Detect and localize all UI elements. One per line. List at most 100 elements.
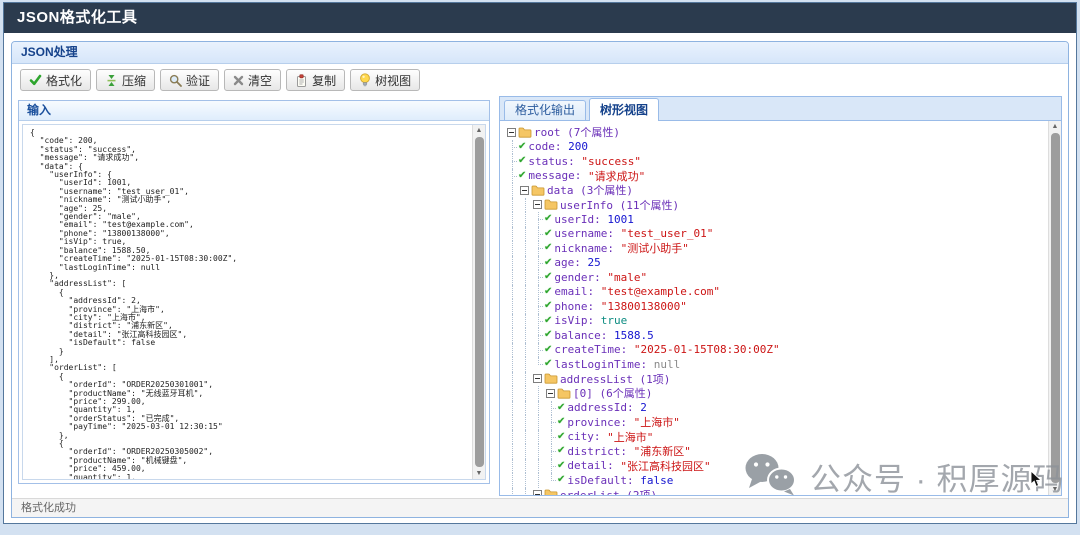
tree-node[interactable]: orderList (2项): [507, 488, 1048, 496]
tree-elbow-connector: [533, 343, 544, 358]
compress-button-label: 压缩: [122, 72, 146, 89]
check-icon: ✔: [544, 330, 552, 340]
tree-node[interactable]: ✔lastLoginTime: null: [507, 357, 1048, 372]
input-panel-header: 输入: [19, 101, 489, 121]
tree-node[interactable]: ✔age: 25: [507, 256, 1048, 271]
tree-node-value: true: [601, 314, 628, 327]
tree-node-key: code:: [528, 140, 568, 153]
tree-expander-icon[interactable]: [533, 490, 542, 495]
tree-node[interactable]: ✔balance: 1588.5: [507, 328, 1048, 343]
tree-node-key: gender:: [554, 271, 607, 284]
tree-folder-label: userInfo (11个属性): [560, 197, 679, 213]
tree-node[interactable]: ✔addressId: 2: [507, 401, 1048, 416]
validate-button-label: 验证: [186, 72, 210, 89]
json-input-textarea[interactable]: { "code": 200, "status": "success", "mes…: [23, 125, 472, 479]
tree-expander-icon[interactable]: [507, 128, 516, 137]
format-button[interactable]: 格式化: [20, 69, 91, 91]
input-scrollbar[interactable]: ▲ ▼: [472, 125, 485, 479]
tree-indent-guide: [533, 401, 546, 416]
tree-indent-guide: [533, 459, 546, 474]
tree-node[interactable]: ✔province: "上海市": [507, 415, 1048, 430]
tree-indent-guide: [507, 328, 520, 343]
tree-indent-guide: [507, 357, 520, 372]
tree-node-value: 1001: [607, 213, 634, 226]
tree-elbow-connector: [533, 256, 544, 271]
tree-elbow-connector: [546, 401, 557, 416]
tree-node[interactable]: ✔email: "test@example.com": [507, 285, 1048, 300]
tree-elbow-connector: [533, 241, 544, 256]
tree-node[interactable]: data (3个属性): [507, 183, 1048, 198]
tree-node-value: "test@example.com": [601, 285, 720, 298]
tree-expander-icon[interactable]: [533, 200, 542, 209]
check-icon: [29, 74, 42, 86]
check-icon: ✔: [544, 359, 552, 369]
tree-node[interactable]: ✔code: 200: [507, 140, 1048, 155]
tree-node[interactable]: ✔isVip: true: [507, 314, 1048, 329]
tree-indent-guide: [507, 198, 520, 213]
tree-node[interactable]: ✔city: "上海市": [507, 430, 1048, 445]
tree-node[interactable]: ✔phone: "13800138000": [507, 299, 1048, 314]
tree-node-key: nickname:: [554, 242, 620, 255]
tree-node[interactable]: ✔district: "浦东新区": [507, 444, 1048, 459]
lightbulb-icon: [359, 73, 371, 87]
tree-node[interactable]: ✔message: "请求成功": [507, 169, 1048, 184]
tree-node[interactable]: addressList (1项): [507, 372, 1048, 387]
status-text: 格式化成功: [21, 502, 76, 514]
check-icon: ✔: [557, 403, 565, 413]
tree-indent-guide: [507, 488, 520, 496]
tree-expander-icon[interactable]: [520, 186, 529, 195]
tree-node-value: 25: [588, 256, 601, 269]
tree-node-key: age:: [554, 256, 587, 269]
tree-node[interactable]: ✔status: "success": [507, 154, 1048, 169]
folder-icon: [544, 199, 560, 210]
tree-node-value: 1588.5: [614, 329, 654, 342]
tree-elbow-connector: [533, 328, 544, 343]
tree-elbow-connector: [533, 314, 544, 329]
format-button-label: 格式化: [46, 72, 82, 89]
check-icon: ✔: [557, 475, 565, 485]
tree-node[interactable]: ✔detail: "张江高科技园区": [507, 459, 1048, 474]
tree-node[interactable]: ✔nickname: "测试小助手": [507, 241, 1048, 256]
compress-button[interactable]: 压缩: [96, 69, 155, 91]
tree-node[interactable]: ✔username: "test_user_01": [507, 227, 1048, 242]
mouse-cursor-icon: [1030, 471, 1043, 493]
tree-folder-label: root (7个属性): [534, 124, 620, 140]
scroll-thumb[interactable]: [475, 137, 484, 467]
tree-node-value: "test_user_01": [621, 227, 714, 240]
tree-expander-icon[interactable]: [546, 389, 555, 398]
tree-indent-guide: [533, 444, 546, 459]
tree-elbow-connector: [533, 299, 544, 314]
scroll-up-arrow[interactable]: ▲: [476, 125, 483, 136]
treeview-button[interactable]: 树视图: [350, 69, 420, 91]
tree-node[interactable]: [0] (6个属性): [507, 386, 1048, 401]
json-process-panel: JSON处理 格式化 压缩: [11, 41, 1069, 518]
tree-node[interactable]: ✔userId: 1001: [507, 212, 1048, 227]
tree-scroll-down-arrow[interactable]: ▼: [1052, 484, 1059, 495]
clear-button[interactable]: 清空: [224, 69, 281, 91]
check-icon: ✔: [544, 229, 552, 239]
tree-node[interactable]: userInfo (11个属性): [507, 198, 1048, 213]
status-bar: 格式化成功: [12, 498, 1068, 517]
scroll-down-arrow[interactable]: ▼: [476, 468, 483, 479]
tree-node[interactable]: root (7个属性): [507, 125, 1048, 140]
tree-node[interactable]: ✔gender: "male": [507, 270, 1048, 285]
tree-scrollbar[interactable]: ▲ ▼: [1048, 121, 1061, 495]
folder-icon: [518, 127, 534, 138]
tree-indent-guide: [520, 386, 533, 401]
tree-node[interactable]: ✔createTime: "2025-01-15T08:30:00Z": [507, 343, 1048, 358]
tree-scroll-up-arrow[interactable]: ▲: [1052, 121, 1059, 132]
tree-scroll-thumb[interactable]: [1051, 133, 1060, 483]
tree-expander-icon[interactable]: [533, 374, 542, 383]
tree-indent-guide: [520, 256, 533, 271]
panels-row: 输入 { "code": 200, "status": "success", "…: [12, 96, 1068, 498]
tree-node-key: isDefault:: [567, 474, 640, 487]
tree-node-key: status:: [528, 155, 581, 168]
tab-formatted-output[interactable]: 格式化输出: [504, 100, 586, 120]
tree-indent-guide: [507, 444, 520, 459]
tab-tree-view[interactable]: 树形视图: [589, 98, 659, 121]
check-icon: ✔: [518, 142, 526, 152]
tree-node[interactable]: ✔isDefault: false: [507, 473, 1048, 488]
copy-button[interactable]: 复制: [286, 69, 345, 91]
tree-elbow-connector: [533, 357, 544, 372]
validate-button[interactable]: 验证: [160, 69, 219, 91]
